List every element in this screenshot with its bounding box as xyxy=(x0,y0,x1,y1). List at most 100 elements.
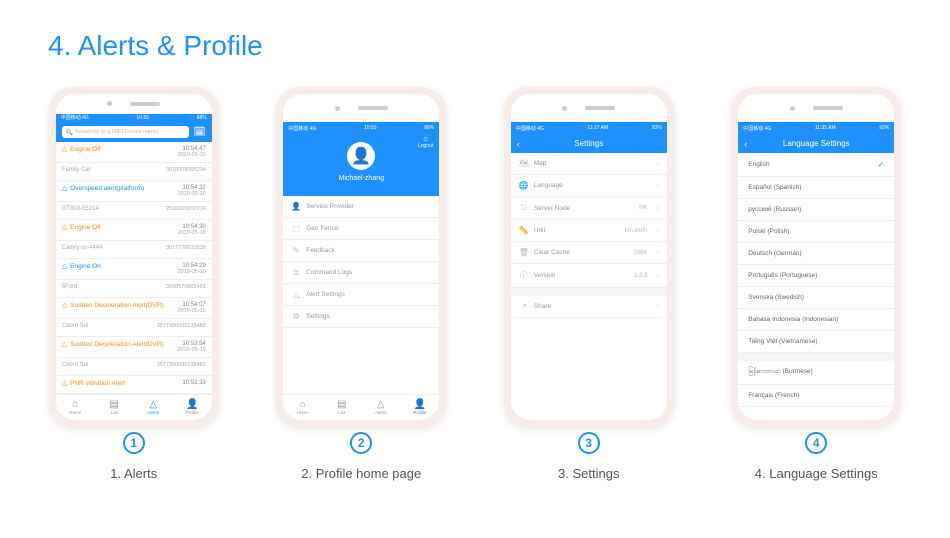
device-name: Coord Sul xyxy=(62,362,89,368)
alert-row[interactable]: △Engine Off10:54:472019-05-10 xyxy=(56,142,212,163)
alert-name: Engine On xyxy=(70,263,101,270)
warning-icon: △ xyxy=(62,302,67,309)
alert-row[interactable]: Family Car3518008005234 xyxy=(56,163,212,181)
alert-name: Overspeed alert(platform) xyxy=(70,185,144,192)
profile-banner: ⎋Logout 👤 Michael-zhang xyxy=(283,134,439,196)
tab-bar: ⌂Home▤List△Alerts👤Profile xyxy=(56,394,212,420)
tab-label: Profile xyxy=(413,410,426,415)
menu-row[interactable]: ✎Feedback xyxy=(283,240,439,262)
language-label: Tiếng Việt (Vietnamese) xyxy=(748,338,817,345)
home-icon: ⌂ xyxy=(300,400,306,410)
alert-row[interactable]: △Engine On10:54:292019-05-10 xyxy=(56,259,212,280)
language-row[interactable]: Español (Spanish) xyxy=(738,177,894,199)
list-icon: ▤ xyxy=(110,400,119,410)
alert-row[interactable]: Coord Sul3577300090135483 xyxy=(56,358,212,376)
language-row[interactable]: Svenska (Swedish) xyxy=(738,287,894,309)
alert-name: PNR vibration Alert xyxy=(70,380,125,387)
language-label: Bahasa Indonesia (Indonesian) xyxy=(748,316,838,323)
settings-row[interactable]: 🗺Map› xyxy=(511,153,667,175)
warning-icon: △ xyxy=(62,341,67,348)
language-row[interactable]: Deutsch (German) xyxy=(738,243,894,265)
setting-icon: 🌐 xyxy=(519,181,529,190)
language-row[interactable]: Polski (Polish) xyxy=(738,221,894,243)
language-label: Français (French) xyxy=(748,392,799,399)
device-name: 5Ford xyxy=(62,284,78,290)
tab-list[interactable]: ▤List xyxy=(95,395,134,420)
chevron-right-icon: › xyxy=(656,205,658,212)
menu-icon: 👤 xyxy=(291,202,301,211)
back-icon[interactable]: ‹ xyxy=(744,139,747,149)
language-label: မြန်မာဘာသာ (Burmese) xyxy=(748,368,813,377)
language-label: Español (Spanish) xyxy=(748,184,801,191)
language-row[interactable]: Bahasa Indonesia (Indonesian) xyxy=(738,309,894,331)
menu-label: Service Provider xyxy=(306,203,354,210)
alert-name: Engine Off xyxy=(70,224,101,231)
settings-row[interactable]: 🗑Clear Cache166K› xyxy=(511,242,667,264)
tab-label: List xyxy=(111,410,118,415)
menu-row[interactable]: 👤 Service Provider xyxy=(283,196,439,218)
badge-3: 3 xyxy=(578,432,600,454)
menu-row[interactable]: ≣Command Logs xyxy=(283,262,439,284)
tab-alerts[interactable]: △Alerts xyxy=(361,395,400,420)
badge-4: 4 xyxy=(805,432,827,454)
alert-row[interactable]: Camry vs-44443517770010528 xyxy=(56,241,212,259)
language-row[interactable]: Français (French) xyxy=(738,385,894,407)
profile-menu: 👤 Service Provider ⬚Geo Fence✎Feedback≣Com… xyxy=(283,196,439,394)
alert-row[interactable]: GT800-552142510005000214 xyxy=(56,202,212,220)
settings-row[interactable]: ⓘVersion3.2.3› xyxy=(511,264,667,288)
alert-row[interactable]: △Sudden Deceleration Alert(DVR)10:54:072… xyxy=(56,298,212,319)
menu-row[interactable]: △Alert Settings xyxy=(283,284,439,306)
tab-home[interactable]: ⌂Home xyxy=(283,395,322,420)
setting-label: Clear Cache xyxy=(534,249,570,256)
alert-row[interactable]: 5Ford3598570803491 xyxy=(56,280,212,298)
language-row[interactable]: русский (Russian) xyxy=(738,199,894,221)
language-row[interactable]: မြန်မာဘာသာ (Burmese) xyxy=(738,361,894,385)
menu-label: Command Logs xyxy=(306,269,352,276)
language-row[interactable]: Português (Portuguese) xyxy=(738,265,894,287)
tab-home[interactable]: ⌂Home xyxy=(56,395,95,420)
back-icon[interactable]: ‹ xyxy=(517,139,520,149)
tab-profile[interactable]: 👤Profile xyxy=(400,395,439,420)
language-header: ‹ Language Settings xyxy=(738,134,894,153)
settings-row[interactable]: 🌐 Language › xyxy=(511,175,667,197)
chevron-right-icon: › xyxy=(656,182,658,189)
tab-label: Home xyxy=(297,410,309,415)
setting-label: Language xyxy=(534,182,563,189)
language-label: Deutsch (German) xyxy=(748,250,801,257)
tab-alerts[interactable]: △Alerts xyxy=(134,395,173,420)
setting-icon: 🗑 xyxy=(519,248,529,257)
menu-row[interactable]: ⚙ Settings xyxy=(283,306,439,328)
language-label: русский (Russian) xyxy=(748,206,801,213)
alert-row[interactable]: Coord Sul3577300090135483 xyxy=(56,319,212,337)
header-title: Language Settings xyxy=(783,139,850,148)
tab-list[interactable]: ▤List xyxy=(322,395,361,420)
caption: 3. Settings xyxy=(558,466,619,481)
tab-profile[interactable]: 👤Profile xyxy=(173,395,212,420)
menu-icon: ⚙ xyxy=(291,312,301,321)
settings-row[interactable]: 📏Unitkm,km/h› xyxy=(511,220,667,242)
settings-header: ‹ Settings xyxy=(511,134,667,153)
setting-label: Unit xyxy=(534,227,546,234)
language-row[interactable]: English✓ xyxy=(738,153,894,177)
alert-row[interactable]: △Sudden Deceleration Alert(DVR)10:53:542… xyxy=(56,337,212,358)
device-name: GT800-55214 xyxy=(62,206,99,212)
settings-row[interactable]: ↗Share› xyxy=(511,296,667,318)
avatar[interactable]: 👤 xyxy=(347,142,375,170)
alert-row[interactable]: △PNR vibration Alert10:53:33 xyxy=(56,376,212,394)
alert-row[interactable]: △Engine Off10:54:302019-05-10 xyxy=(56,220,212,241)
search-placeholder: Keywords (e.g.IMEI,Device name) xyxy=(75,129,158,135)
language-row[interactable]: Tiếng Việt (Vietnamese) xyxy=(738,331,894,353)
search-input[interactable]: 🔍 Keywords (e.g.IMEI,Device name) xyxy=(62,126,189,138)
search-bar: 🔍 Keywords (e.g.IMEI,Device name) 🗓 xyxy=(56,122,212,142)
warning-icon: △ xyxy=(62,380,67,387)
badge-2: 2 xyxy=(350,432,372,454)
settings-row[interactable]: ⎋Server NodeHK› xyxy=(511,197,667,220)
calendar-icon[interactable]: 🗓 xyxy=(193,127,206,138)
device-name: Coord Sul xyxy=(62,323,89,329)
setting-icon: ⎋ xyxy=(519,203,529,213)
menu-label: Settings xyxy=(306,313,330,320)
header-title: Settings xyxy=(574,139,603,148)
menu-row[interactable]: ⬚Geo Fence xyxy=(283,218,439,240)
alert-row[interactable]: △Overspeed alert(platform)10:54:322019-0… xyxy=(56,181,212,202)
logout-button[interactable]: ⎋Logout xyxy=(418,137,433,149)
